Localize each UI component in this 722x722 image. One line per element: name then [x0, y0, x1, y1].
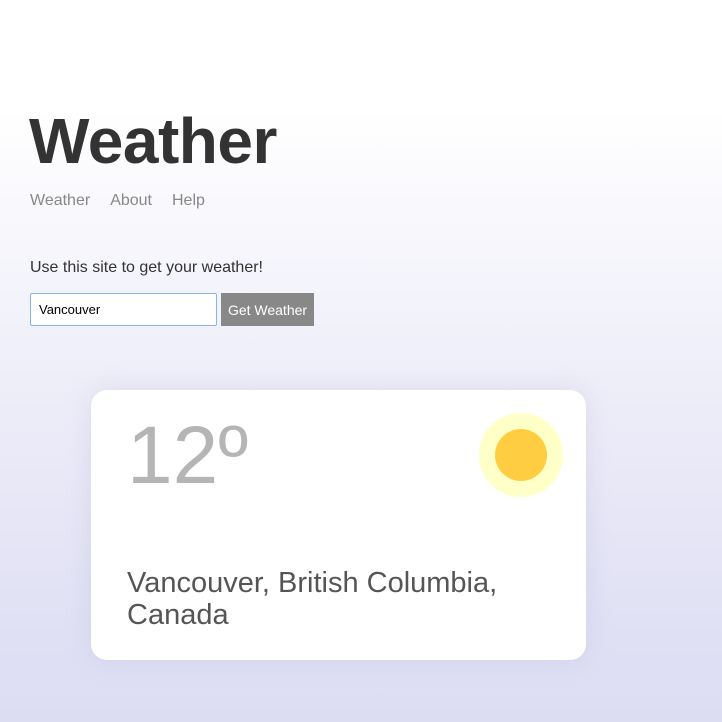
intro-text: Use this site to get your weather!: [30, 259, 263, 276]
location-search-input[interactable]: [30, 293, 217, 326]
sun-icon: [479, 413, 563, 497]
search-form: Get Weather: [30, 293, 314, 326]
nav-link-about[interactable]: About: [110, 192, 152, 210]
get-weather-button[interactable]: Get Weather: [221, 293, 314, 326]
sun-core: [495, 429, 547, 481]
nav-link-weather[interactable]: Weather: [30, 192, 90, 210]
temperature: 12º: [127, 410, 249, 501]
weather-card: 12º Vancouver, British Columbia, Canada: [91, 390, 586, 660]
location-name: Vancouver, British Columbia, Canada: [127, 567, 498, 631]
nav-link-help[interactable]: Help: [172, 192, 205, 210]
main-nav: Weather About Help: [30, 192, 205, 210]
page-title: Weather: [29, 105, 277, 177]
